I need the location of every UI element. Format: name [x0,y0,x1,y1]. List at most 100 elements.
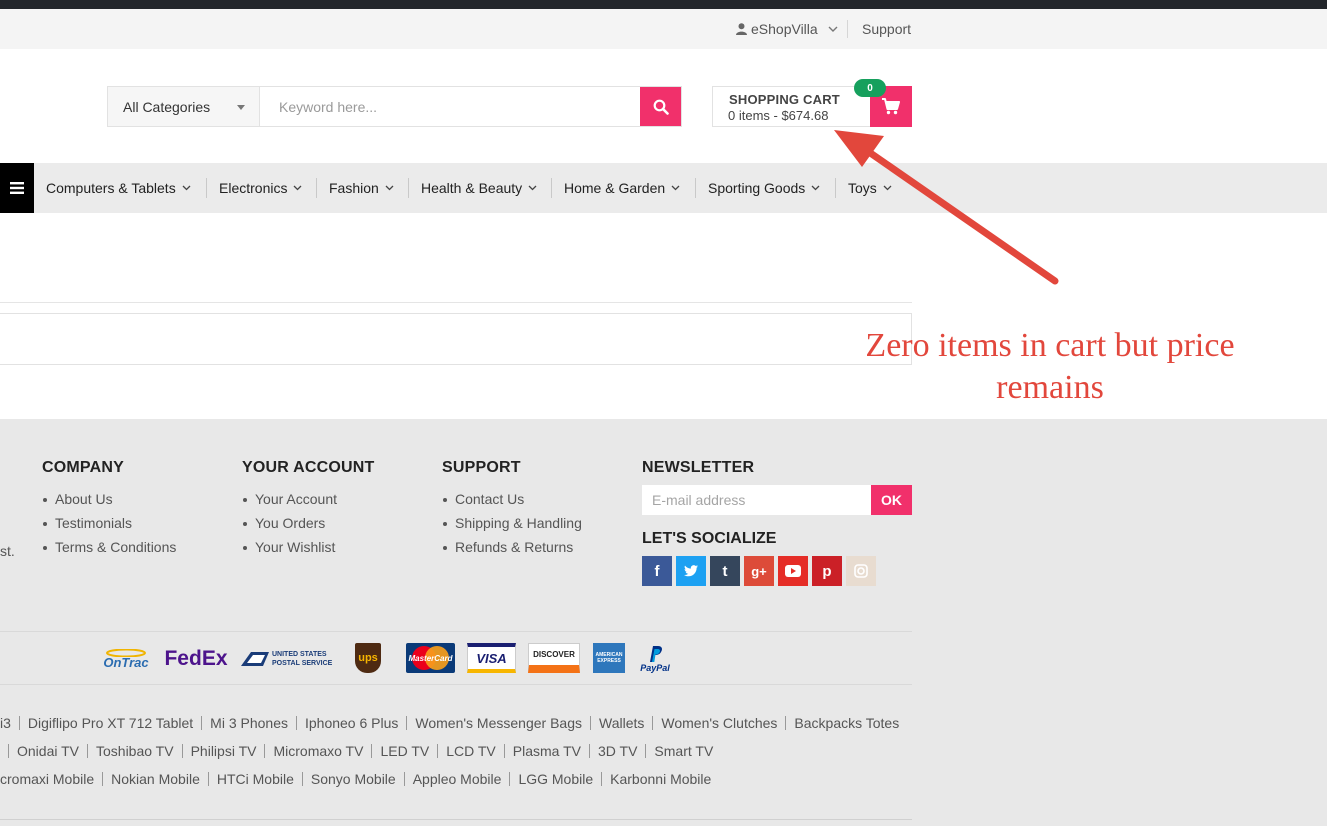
divider [408,178,409,198]
search-button[interactable] [640,87,681,126]
nav-item-label: Toys [848,180,877,196]
tag-link[interactable]: i3 [0,716,20,730]
divider [835,178,836,198]
email-field[interactable] [642,485,871,515]
user-icon [736,23,747,35]
divider [0,302,912,303]
tag-link[interactable]: Iphoneo 6 Plus [297,716,408,730]
footer-link-testimonials[interactable]: Testimonials [42,511,176,535]
search-bar: All Categories [107,86,682,127]
nav-item-label: Computers & Tablets [46,180,176,196]
tag-link[interactable]: Toshibao TV [88,744,183,758]
tag-link[interactable]: Micromaxo TV [265,744,373,758]
tag-link[interactable]: HTCi Mobile [209,772,303,786]
main-nav: Computers & Tablets Electronics Fashion … [0,163,1327,213]
nav-item-sporting-goods[interactable]: Sporting Goods [708,180,820,196]
ontrac-logo: OnTrac [103,642,149,675]
chevron-down-icon [811,185,820,191]
tag-link[interactable]: LGG Mobile [510,772,603,786]
tag-link[interactable]: Sonyo Mobile [303,772,405,786]
tag-link[interactable]: Appleo Mobile [405,772,511,786]
chevron-down-icon [671,185,680,191]
footer-link-terms[interactable]: Terms & Conditions [42,535,176,559]
annotation-text: Zero items in cart but price remains [830,325,1270,409]
divider [695,178,696,198]
footer-company: COMPANY About Us Testimonials Terms & Co… [42,459,176,559]
tag-link[interactable]: Wallets [591,716,654,730]
footer-link-orders[interactable]: You Orders [242,511,374,535]
footer-link-shipping[interactable]: Shipping & Handling [442,511,582,535]
tag-link[interactable]: 3D TV [590,744,647,758]
tag-link[interactable] [0,744,9,758]
footer-link-your-account[interactable]: Your Account [242,487,374,511]
divider [847,20,848,38]
paypal-label: PayPal [640,662,670,673]
footer-link-about-us[interactable]: About Us [42,487,176,511]
footer-newsletter: NEWSLETTER OK LET'S SOCIALIZE f t g+ p [642,459,912,586]
support-link[interactable]: Support [862,21,911,37]
footer-account: YOUR ACCOUNT Your Account You Orders You… [242,459,374,559]
newsletter-form: OK [642,485,912,515]
nav-item-health-beauty[interactable]: Health & Beauty [421,180,537,196]
tumblr-icon[interactable]: t [710,556,740,586]
nav-item-home-garden[interactable]: Home & Garden [564,180,680,196]
footer-link-contact-us[interactable]: Contact Us [442,487,582,511]
tag-link[interactable]: Women's Clutches [653,716,787,730]
search-input[interactable] [260,87,640,126]
tag-link[interactable]: cromaxi Mobile [0,772,104,786]
nav-item-label: Fashion [329,180,379,196]
chevron-down-icon [385,185,394,191]
tag-link[interactable]: Onidai TV [9,744,88,758]
account-label: eShopVilla [751,21,818,37]
tag-link[interactable]: LCD TV [438,744,505,758]
nav-item-computers-tablets[interactable]: Computers & Tablets [46,180,191,196]
category-selected: All Categories [123,98,211,115]
nav-item-label: Health & Beauty [421,180,523,196]
tag-row-3: cromaxi Mobile Nokian Mobile HTCi Mobile… [0,772,719,786]
tag-link[interactable]: Backpacks Totes [786,716,907,730]
footer: st. COMPANY About Us Testimonials Terms … [0,419,1327,826]
discover-logo: DISCOVER [528,643,580,673]
ups-label: ups [358,652,378,664]
tag-link[interactable]: Nokian Mobile [103,772,209,786]
nav-item-fashion[interactable]: Fashion [329,180,394,196]
tag-link[interactable]: Women's Messenger Bags [407,716,591,730]
nav-item-label: Sporting Goods [708,180,806,196]
tag-link[interactable]: Mi 3 Phones [202,716,297,730]
amex-label: AMERICAN EXPRESS [595,652,623,664]
tag-link[interactable]: Philipsi TV [183,744,266,758]
category-select[interactable]: All Categories [108,87,260,126]
footer-link-wishlist[interactable]: Your Wishlist [242,535,374,559]
shopping-cart[interactable]: SHOPPING CART 0 items - $674.68 0 [712,79,912,127]
tag-link[interactable]: Karbonni Mobile [602,772,719,786]
tag-link[interactable]: Smart TV [646,744,721,758]
google-plus-icon[interactable]: g+ [744,556,774,586]
truncated-text: st. [0,543,15,559]
tag-link[interactable]: Digiflipo Pro XT 712 Tablet [20,716,203,730]
chevron-down-icon [828,26,838,32]
footer-heading: YOUR ACCOUNT [242,459,375,476]
youtube-icon[interactable] [778,556,808,586]
instagram-icon[interactable] [846,556,876,586]
ups-logo: ups [355,643,381,673]
tag-link[interactable]: Plasma TV [505,744,590,758]
divider [551,178,552,198]
mastercard-logo: MasterCard [406,643,455,673]
tag-row-1: i3 Digiflipo Pro XT 712 Tablet Mi 3 Phon… [0,716,907,730]
cart-icon [882,98,900,115]
usps-label: UNITED STATES POSTAL SERVICE [272,650,333,667]
tag-link[interactable]: LED TV [372,744,439,758]
menu-button[interactable] [0,163,34,213]
subscribe-button[interactable]: OK [871,485,912,515]
pinterest-icon[interactable]: p [812,556,842,586]
nav-item-toys[interactable]: Toys [848,180,892,196]
chevron-down-icon [528,185,537,191]
footer-link-refunds[interactable]: Refunds & Returns [442,535,582,559]
account-menu[interactable]: eShopVilla [736,21,838,37]
visa-label: VISA [476,650,507,666]
nav-item-electronics[interactable]: Electronics [219,180,302,196]
nav-item-label: Home & Garden [564,180,666,196]
social-heading: LET'S SOCIALIZE [642,530,777,547]
facebook-icon[interactable]: f [642,556,672,586]
twitter-icon[interactable] [676,556,706,586]
